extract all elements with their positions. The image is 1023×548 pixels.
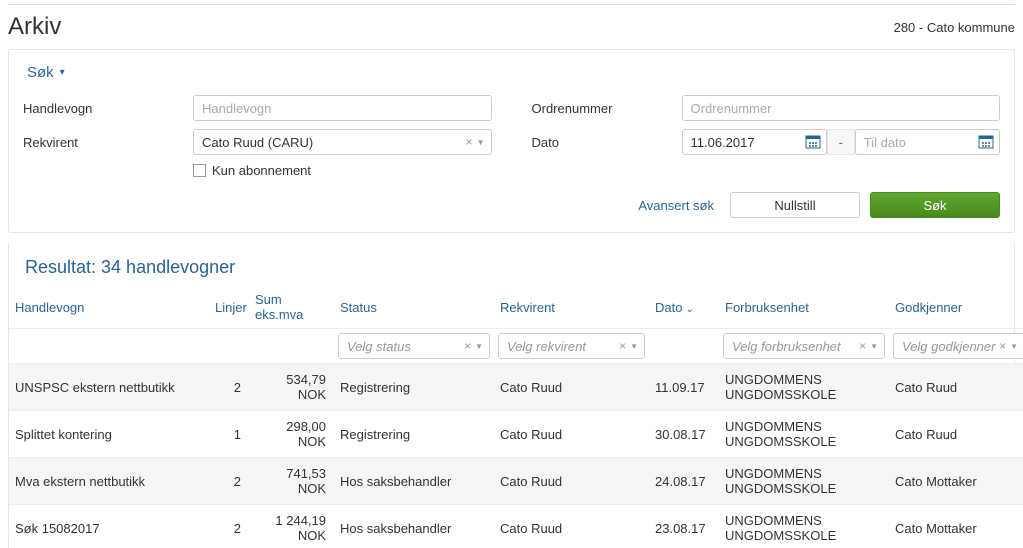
caret-down-icon: ▼ [870,342,878,351]
cell-dato: 11.09.17 [649,364,719,411]
table-row[interactable]: Mva ekstern nettbutikk2741,53 NOKHos sak… [9,458,1023,505]
abonnement-checkbox[interactable] [193,164,206,177]
cell-status: Registrering [334,411,494,458]
col-dato[interactable]: Dato⌄ [649,286,719,329]
cell-sum: 298,00 NOK [249,411,334,458]
cell-rekvirent: Cato Ruud [494,505,649,548]
ordrenummer-input[interactable] [682,95,1001,121]
reset-button[interactable]: Nullstill [730,192,860,218]
col-handlevogn[interactable]: Handlevogn [9,286,209,329]
search-panel: Søk ▾ Handlevogn Rekvirent Cato Ruud (CA… [8,49,1015,233]
cell-rekvirent: Cato Ruud [494,411,649,458]
filter-godkjenner[interactable]: Velg godkjenner×▼ [893,333,1023,359]
handlevogn-label: Handlevogn [23,101,193,116]
cell-handlevogn: Splittet kontering [9,411,209,458]
clear-icon[interactable]: × [466,135,473,149]
filter-rekvirent[interactable]: Velg rekvirent×▼ [498,333,645,359]
cell-linjer: 1 [209,411,249,458]
cell-sum: 1 244,19 NOK [249,505,334,548]
caret-down-icon: ▼ [475,342,483,351]
cell-rekvirent: Cato Ruud [494,364,649,411]
cell-godkjenner: Cato Ruud [889,364,1023,411]
results-title: Resultat: 34 handlevogner [9,243,1014,286]
context-label: 280 - Cato kommune [894,20,1015,35]
cell-forbruk: UNGDOMMENS UNGDOMSSKOLE [719,411,889,458]
col-sum[interactable]: Sum eks.mva [249,286,334,329]
table-row[interactable]: Splittet kontering1298,00 NOKRegistrerin… [9,411,1023,458]
search-section-label: Søk [27,64,54,81]
caret-down-icon: ▼ [477,138,485,147]
date-to-placeholder: Til dato [864,135,977,150]
cell-sum: 741,53 NOK [249,458,334,505]
clear-icon[interactable]: × [999,339,1006,353]
table-row[interactable]: Søk 1508201721 244,19 NOKHos saksbehandl… [9,505,1023,548]
page-title: Arkiv [8,13,61,41]
clear-icon[interactable]: × [464,339,471,353]
col-forbruk[interactable]: Forbruksenhet [719,286,889,329]
cell-linjer: 2 [209,364,249,411]
cell-status: Hos saksbehandler [334,505,494,548]
caret-down-icon: ▼ [1010,342,1018,351]
search-section-toggle[interactable]: Søk ▾ [27,64,65,81]
calendar-icon[interactable] [804,133,822,151]
cell-dato: 30.08.17 [649,411,719,458]
cell-handlevogn: Mva ekstern nettbutikk [9,458,209,505]
search-button[interactable]: Søk [870,192,1000,218]
col-rekvirent[interactable]: Rekvirent [494,286,649,329]
filter-status[interactable]: Velg status×▼ [338,333,490,359]
cell-linjer: 2 [209,458,249,505]
clear-icon[interactable]: × [619,339,626,353]
clear-icon[interactable]: × [859,339,866,353]
rekvirent-label: Rekvirent [23,135,193,150]
rekvirent-select[interactable]: Cato Ruud (CARU) × ▼ [193,129,492,155]
caret-down-icon: ▼ [630,342,638,351]
date-to-input[interactable]: Til dato [855,129,1000,155]
cell-handlevogn: UNSPSC ekstern nettbutikk [9,364,209,411]
ordrenummer-label: Ordrenummer [532,101,682,116]
cell-sum: 534,79 NOK [249,364,334,411]
table-row[interactable]: UNSPSC ekstern nettbutikk2534,79 NOKRegi… [9,364,1023,411]
cell-dato: 23.08.17 [649,505,719,548]
cell-forbruk: UNGDOMMENS UNGDOMSSKOLE [719,364,889,411]
cell-status: Registrering [334,364,494,411]
date-from-input[interactable]: 11.06.2017 [682,129,827,155]
abonnement-label: Kun abonnement [212,163,311,178]
date-separator: - [827,129,855,155]
cell-rekvirent: Cato Ruud [494,458,649,505]
handlevogn-input[interactable] [193,95,492,121]
cell-status: Hos saksbehandler [334,458,494,505]
cell-godkjenner: Cato Mottaker [889,505,1023,548]
col-linjer[interactable]: Linjer [209,286,249,329]
cell-godkjenner: Cato Mottaker [889,458,1023,505]
results-table: Handlevogn Linjer Sum eks.mva Status Rek… [9,286,1023,548]
col-status[interactable]: Status [334,286,494,329]
date-from-value: 11.06.2017 [691,135,804,150]
results-panel: Resultat: 34 handlevogner Handlevogn Lin… [8,243,1015,548]
col-godkjenner[interactable]: Godkjenner [889,286,1023,329]
cell-handlevogn: Søk 15082017 [9,505,209,548]
sort-desc-icon: ⌄ [685,304,693,315]
cell-forbruk: UNGDOMMENS UNGDOMSSKOLE [719,458,889,505]
rekvirent-value: Cato Ruud (CARU) [202,135,466,150]
filter-forbruk[interactable]: Velg forbruksenhet×▼ [723,333,885,359]
chevron-down-icon: ▾ [60,67,65,78]
cell-dato: 24.08.17 [649,458,719,505]
calendar-icon[interactable] [977,133,995,151]
dato-label: Dato [532,135,682,150]
advanced-search-link[interactable]: Avansert søk [638,198,714,213]
cell-forbruk: UNGDOMMENS UNGDOMSSKOLE [719,505,889,548]
cell-godkjenner: Cato Ruud [889,411,1023,458]
cell-linjer: 2 [209,505,249,548]
